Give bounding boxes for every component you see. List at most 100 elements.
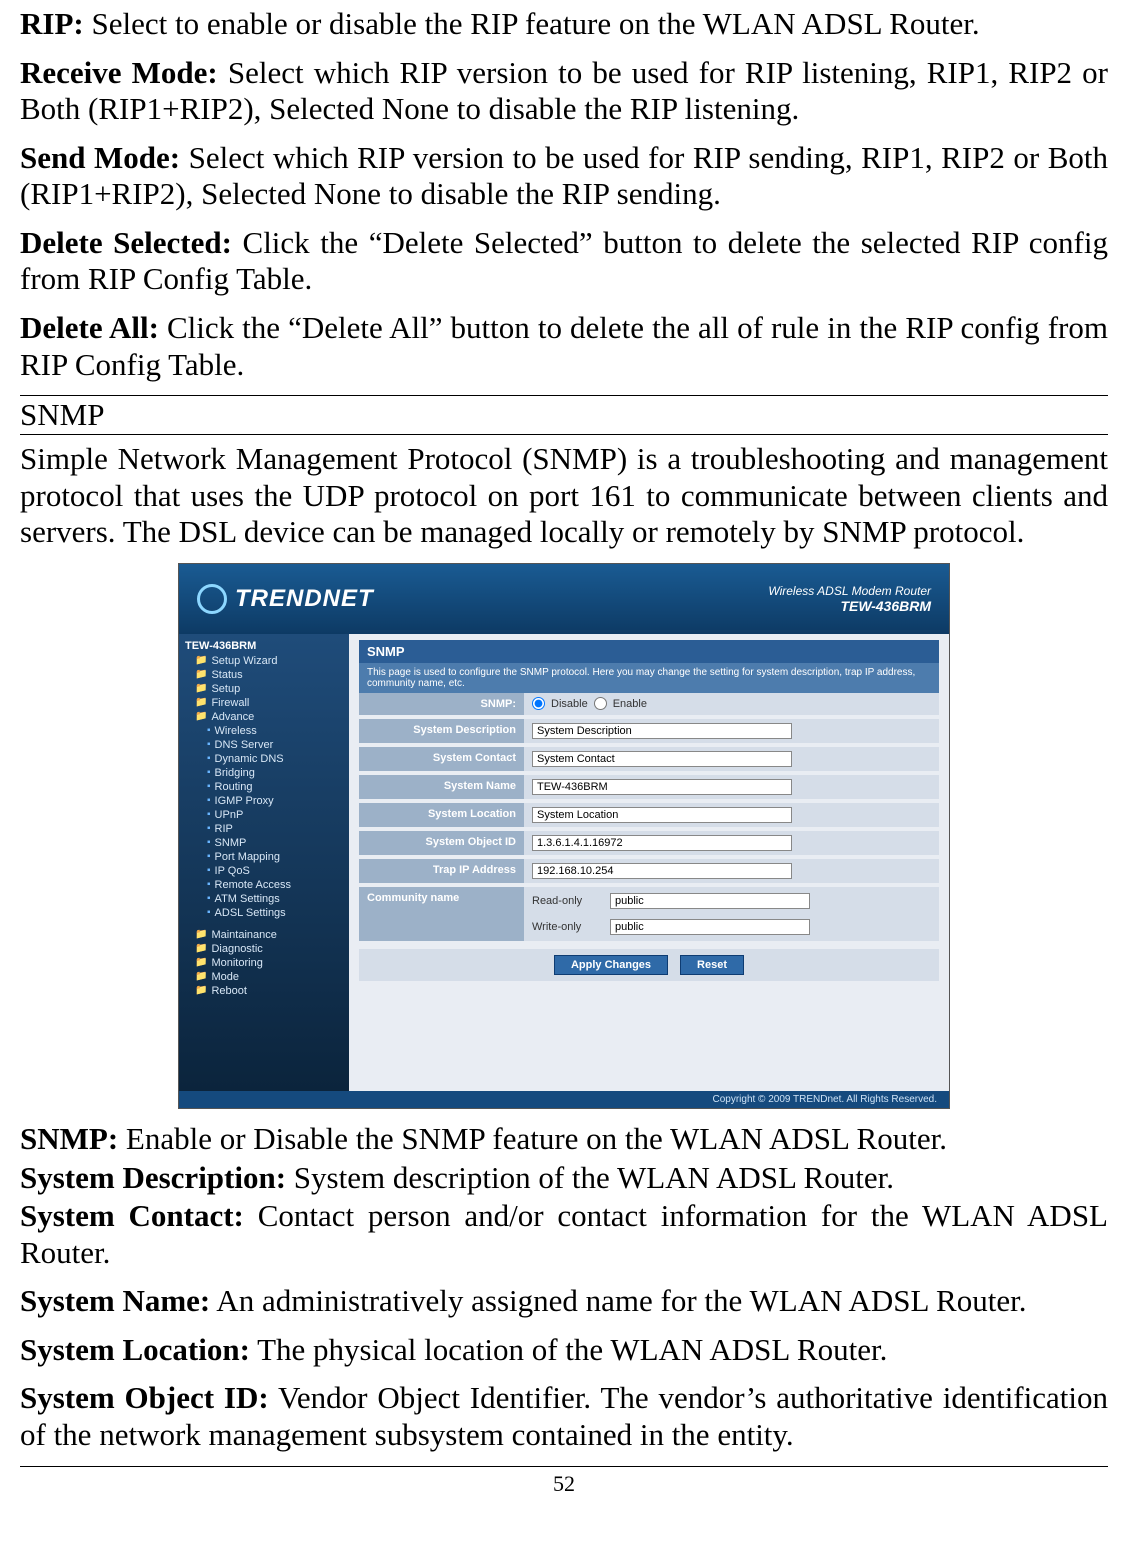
sidebar-item-dynamic-dns[interactable]: Dynamic DNS	[185, 752, 343, 766]
apply-button[interactable]: Apply Changes	[554, 955, 668, 975]
rip-text: Select to enable or disable the RIP feat…	[84, 6, 980, 41]
sidebar-item-label: Dynamic DNS	[215, 753, 284, 765]
panel-title: SNMP	[359, 640, 939, 663]
sidebar-root[interactable]: TEW-436BRM	[185, 640, 343, 652]
router-footer: Copyright © 2009 TRENDnet. All Rights Re…	[179, 1091, 949, 1108]
sidebar-item-dns-server[interactable]: DNS Server	[185, 738, 343, 752]
receive-mode-label: Receive Mode:	[20, 55, 218, 90]
sidebar-item-igmp-proxy[interactable]: IGMP Proxy	[185, 794, 343, 808]
brand-logo: TRENDNET	[197, 584, 374, 614]
sidebar-item-ip-qos[interactable]: IP QoS	[185, 864, 343, 878]
sidebar-item-adsl-settings[interactable]: ADSL Settings	[185, 906, 343, 920]
sidebar-item-bridging[interactable]: Bridging	[185, 766, 343, 780]
snmp-enable-radio[interactable]	[594, 697, 607, 710]
sidebar-item-upnp[interactable]: UPnP	[185, 808, 343, 822]
sidebar-folder-monitoring[interactable]: Monitoring	[185, 956, 343, 970]
sidebar-folder-label: Status	[211, 669, 242, 681]
sidebar-item-label: UPnP	[215, 809, 244, 821]
def-snmp-text: Enable or Disable the SNMP feature on th…	[118, 1121, 947, 1156]
sidebar-item-label: Remote Access	[215, 879, 291, 891]
def-syscontact-label: System Contact:	[20, 1198, 244, 1233]
sidebar-folder-setup[interactable]: Setup	[185, 682, 343, 696]
sidebar-folder-label: Reboot	[211, 985, 246, 997]
def-snmp: SNMP: Enable or Disable the SNMP feature…	[20, 1121, 1108, 1158]
sidebar-item-atm-settings[interactable]: ATM Settings	[185, 892, 343, 906]
writeonly-input[interactable]	[610, 919, 810, 935]
reset-button[interactable]: Reset	[680, 955, 744, 975]
readonly-input[interactable]	[610, 893, 810, 909]
community-readonly-row: Read-only	[532, 891, 810, 911]
sidebar-folder-status[interactable]: Status	[185, 668, 343, 682]
community-writeonly-row: Write-only	[532, 917, 810, 937]
sidebar-folder-setup-wizard[interactable]: Setup Wizard	[185, 654, 343, 668]
sidebar-item-label: ATM Settings	[215, 893, 280, 905]
send-mode-label: Send Mode:	[20, 140, 180, 175]
sidebar-folder-reboot[interactable]: Reboot	[185, 984, 343, 998]
snmp-disable-label: Disable	[551, 698, 588, 710]
sidebar: TEW-436BRM Setup WizardStatusSetupFirewa…	[179, 634, 349, 1091]
sidebar-item-label: IGMP Proxy	[215, 795, 274, 807]
snmp-heading: SNMP	[20, 395, 1108, 435]
writeonly-label: Write-only	[532, 921, 602, 933]
sidebar-folder-label: Monitoring	[211, 957, 262, 969]
sidebar-item-routing[interactable]: Routing	[185, 780, 343, 794]
sidebar-item-wireless[interactable]: Wireless	[185, 724, 343, 738]
def-sysdesc-text: System description of the WLAN ADSL Rout…	[286, 1160, 894, 1195]
page-footer: 52	[20, 1466, 1108, 1497]
snmp-intro: Simple Network Management Protocol (SNMP…	[20, 441, 1108, 551]
sidebar-item-rip[interactable]: RIP	[185, 822, 343, 836]
router-body: TEW-436BRM Setup WizardStatusSetupFirewa…	[179, 634, 949, 1091]
row-trap: Trap IP Address	[359, 859, 939, 887]
row-snmp: SNMP: Disable Enable	[359, 693, 939, 719]
sidebar-folder-label: Mode	[211, 971, 239, 983]
sidebar-folder-maintainance[interactable]: Maintainance	[185, 928, 343, 942]
sidebar-folder-label: Maintainance	[211, 929, 276, 941]
def-sysname-label: System Name:	[20, 1283, 210, 1318]
row-sys-desc: System Description	[359, 719, 939, 747]
sys-desc-label: System Description	[359, 719, 524, 743]
sys-name-input[interactable]	[532, 779, 792, 795]
model-block: Wireless ADSL Modem Router TEW-436BRM	[768, 584, 931, 614]
sys-oid-input[interactable]	[532, 835, 792, 851]
delete-all-text: Click the “Delete All” button to delete …	[20, 310, 1108, 382]
def-sysdesc: System Description: System description o…	[20, 1160, 1108, 1197]
panel-desc: This page is used to configure the SNMP …	[359, 663, 939, 693]
def-sysoid-label: System Object ID:	[20, 1380, 269, 1415]
delete-selected-label: Delete Selected:	[20, 225, 232, 260]
send-mode-para: Send Mode: Select which RIP version to b…	[20, 140, 1108, 213]
def-sysoid: System Object ID: Vendor Object Identifi…	[20, 1380, 1108, 1453]
sidebar-item-remote-access[interactable]: Remote Access	[185, 878, 343, 892]
def-sysloc-text: The physical location of the WLAN ADSL R…	[250, 1332, 887, 1367]
community-label: Community name	[359, 887, 524, 941]
trap-input[interactable]	[532, 863, 792, 879]
delete-all-para: Delete All: Click the “Delete All” butto…	[20, 310, 1108, 383]
sidebar-folder-mode[interactable]: Mode	[185, 970, 343, 984]
snmp-disable-radio[interactable]	[532, 697, 545, 710]
brand-text: TRENDNET	[235, 585, 374, 613]
receive-mode-para: Receive Mode: Select which RIP version t…	[20, 55, 1108, 128]
sys-desc-input[interactable]	[532, 723, 792, 739]
sidebar-item-port-mapping[interactable]: Port Mapping	[185, 850, 343, 864]
sidebar-folder-diagnostic[interactable]: Diagnostic	[185, 942, 343, 956]
model-line2: TEW-436BRM	[768, 598, 931, 614]
sidebar-item-label: RIP	[215, 823, 233, 835]
def-sysdesc-label: System Description:	[20, 1160, 286, 1195]
sidebar-folder-advance-label: Advance	[211, 711, 254, 723]
sidebar-folder-advance[interactable]: Advance	[185, 710, 343, 724]
rip-label: RIP:	[20, 6, 84, 41]
row-community: Community name Read-only Write-only	[359, 887, 939, 945]
delete-all-label: Delete All:	[20, 310, 159, 345]
row-sys-loc: System Location	[359, 803, 939, 831]
sys-contact-input[interactable]	[532, 751, 792, 767]
sys-loc-input[interactable]	[532, 807, 792, 823]
sys-oid-label: System Object ID	[359, 831, 524, 855]
sidebar-item-snmp[interactable]: SNMP	[185, 836, 343, 850]
page-number: 52	[553, 1471, 575, 1496]
logo-icon	[197, 584, 227, 614]
sidebar-folder-firewall[interactable]: Firewall	[185, 696, 343, 710]
model-line1: Wireless ADSL Modem Router	[768, 584, 931, 598]
def-sysloc: System Location: The physical location o…	[20, 1332, 1108, 1369]
sys-loc-label: System Location	[359, 803, 524, 827]
sidebar-item-label: IP QoS	[215, 865, 250, 877]
def-snmp-label: SNMP:	[20, 1121, 118, 1156]
